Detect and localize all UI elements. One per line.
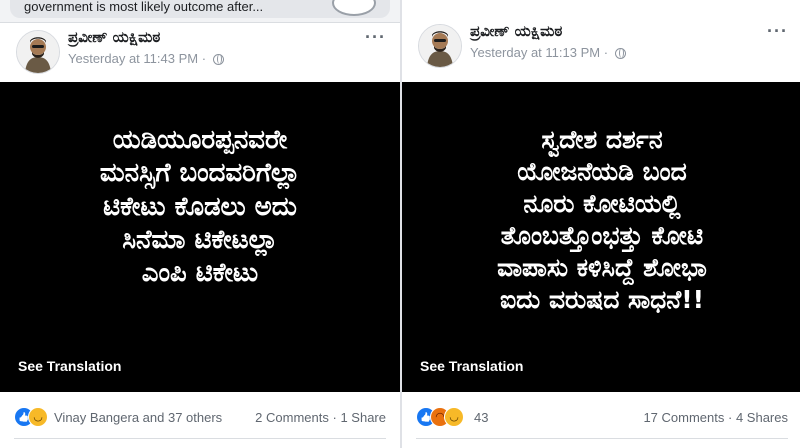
- post-image-text: ಯಡಿಯೂರಪ್ಪನವರೇ ಮನಸ್ಸಿಗೆ ಬಂದವರಿಗೆಲ್ಲಾ ಟಿಕೇ…: [0, 124, 400, 290]
- author-name[interactable]: ಪ್ರವೀಣ್ ಯಕ್ಷಿಮಠ: [470, 22, 562, 40]
- haha-icon: ◡: [28, 407, 48, 427]
- image-text-line: ಸಿನೆಮಾ ಟಿಕೇಟಲ್ಲಾ: [122, 224, 278, 255]
- stats-separator: ·: [332, 410, 337, 425]
- image-text-line: ಸ್ವದೇಶ ದರ್ಶನ: [541, 125, 663, 154]
- post-timestamp[interactable]: Yesterday at 11:13 PM: [470, 45, 600, 60]
- previous-comment-strip: government is most likely outcome after.…: [0, 0, 400, 23]
- post-image-card[interactable]: ಸ್ವದೇಶ ದರ್ಶನ ಯೋಜನೆಯಡಿ ಬಂದ ನೂರು ಕೋಟಿಯಲ್ಲಿ…: [402, 82, 800, 392]
- image-text-line: ಟಿಕೇಟು ಕೊಡಲು ಅದು: [103, 191, 297, 222]
- post-timestamp[interactable]: Yesterday at 11:43 PM: [68, 51, 198, 66]
- left-post-panel: government is most likely outcome after.…: [0, 0, 400, 448]
- stats-separator: ·: [727, 410, 733, 425]
- shares-count[interactable]: 1 Share: [340, 410, 386, 425]
- author-avatar[interactable]: [16, 30, 60, 74]
- post-meta: Yesterday at 11:43 PM ·: [68, 51, 224, 66]
- post-footer: ◡ Vinay Bangera and 37 others 2 Comments…: [0, 400, 400, 439]
- previous-comment-snippet[interactable]: government is most likely outcome after.…: [10, 0, 390, 18]
- footer-divider: [416, 438, 788, 439]
- post-meta: Yesterday at 11:13 PM ·: [470, 45, 626, 60]
- post-header: ಪ್ರವೀಣ್ ಯಕ್ಷಿಮಠ Yesterday at 11:43 PM · …: [0, 22, 400, 82]
- post-image-text: ಸ್ವದೇಶ ದರ್ಶನ ಯೋಜನೆಯಡಿ ಬಂದ ನೂರು ಕೋಟಿಯಲ್ಲಿ…: [402, 124, 800, 316]
- image-text-line: ಯಡಿಯೂರಪ್ಪನವರೇ: [112, 125, 288, 155]
- reaction-thumb-icon: [332, 0, 376, 16]
- haha-icon: ◡: [444, 407, 464, 427]
- more-options-icon[interactable]: ···: [365, 28, 386, 46]
- see-translation-link[interactable]: See Translation: [18, 358, 121, 374]
- meta-separator: ·: [201, 51, 207, 66]
- globe-icon: [614, 48, 626, 59]
- comments-count[interactable]: 17 Comments: [643, 410, 724, 425]
- globe-icon: [212, 54, 224, 65]
- more-options-icon[interactable]: ···: [767, 22, 788, 40]
- image-text-line: ಯೋಜನೆಯಡಿ ಬಂದ: [517, 157, 687, 186]
- reactions-summary[interactable]: Vinay Bangera and 37 others: [54, 410, 222, 425]
- comments-count[interactable]: 2 Comments: [255, 410, 329, 425]
- image-text-line: ಎಂಪಿ ಟಿಕೇಟು: [141, 258, 259, 289]
- author-avatar[interactable]: [418, 24, 462, 68]
- previous-comment-text: government is most likely outcome after.…: [24, 0, 264, 14]
- image-text-line: ನೂರು ಕೋಟಿಯಲ್ಲಿ: [523, 189, 681, 218]
- reactions-count[interactable]: 43: [474, 410, 488, 425]
- image-text-line: ಮನಸ್ಸಿಗೆ ಬಂದವರಿಗೆಲ್ಲಾ: [99, 158, 301, 189]
- post-footer: ◠ ◡ 43 17 Comments · 4 Shares: [402, 400, 800, 439]
- see-translation-link[interactable]: See Translation: [420, 358, 523, 374]
- author-name[interactable]: ಪ್ರವೀಣ್ ಯಕ್ಷಿಮಠ: [68, 28, 160, 46]
- post-stats: 2 Comments · 1 Share: [255, 410, 386, 425]
- post-stats: 17 Comments · 4 Shares: [643, 410, 788, 425]
- shares-count[interactable]: 4 Shares: [736, 410, 788, 425]
- right-post-panel: ಪ್ರವೀಣ್ ಯಕ್ಷಿಮಠ Yesterday at 11:13 PM · …: [400, 0, 800, 448]
- post-image-card[interactable]: ಯಡಿಯೂರಪ್ಪನವರೇ ಮನಸ್ಸಿಗೆ ಬಂದವರಿಗೆಲ್ಲಾ ಟಿಕೇ…: [0, 82, 400, 392]
- footer-divider: [14, 438, 386, 439]
- image-text-line: ವಾಪಾಸು ಕಳಿಸಿದ್ದೆ ಶೋಭಾ: [497, 253, 707, 282]
- post-header: ಪ್ರವೀಣ್ ಯಕ್ಷಿಮಠ Yesterday at 11:13 PM · …: [402, 16, 800, 76]
- image-text-line: ತೊಂಬತ್ತೊಂಭತ್ತು ಕೋಟಿ: [500, 221, 704, 250]
- meta-separator: ·: [603, 45, 609, 60]
- image-text-line: ಐದು ವರುಷದ ಸಾಧನೆ!!: [499, 285, 704, 314]
